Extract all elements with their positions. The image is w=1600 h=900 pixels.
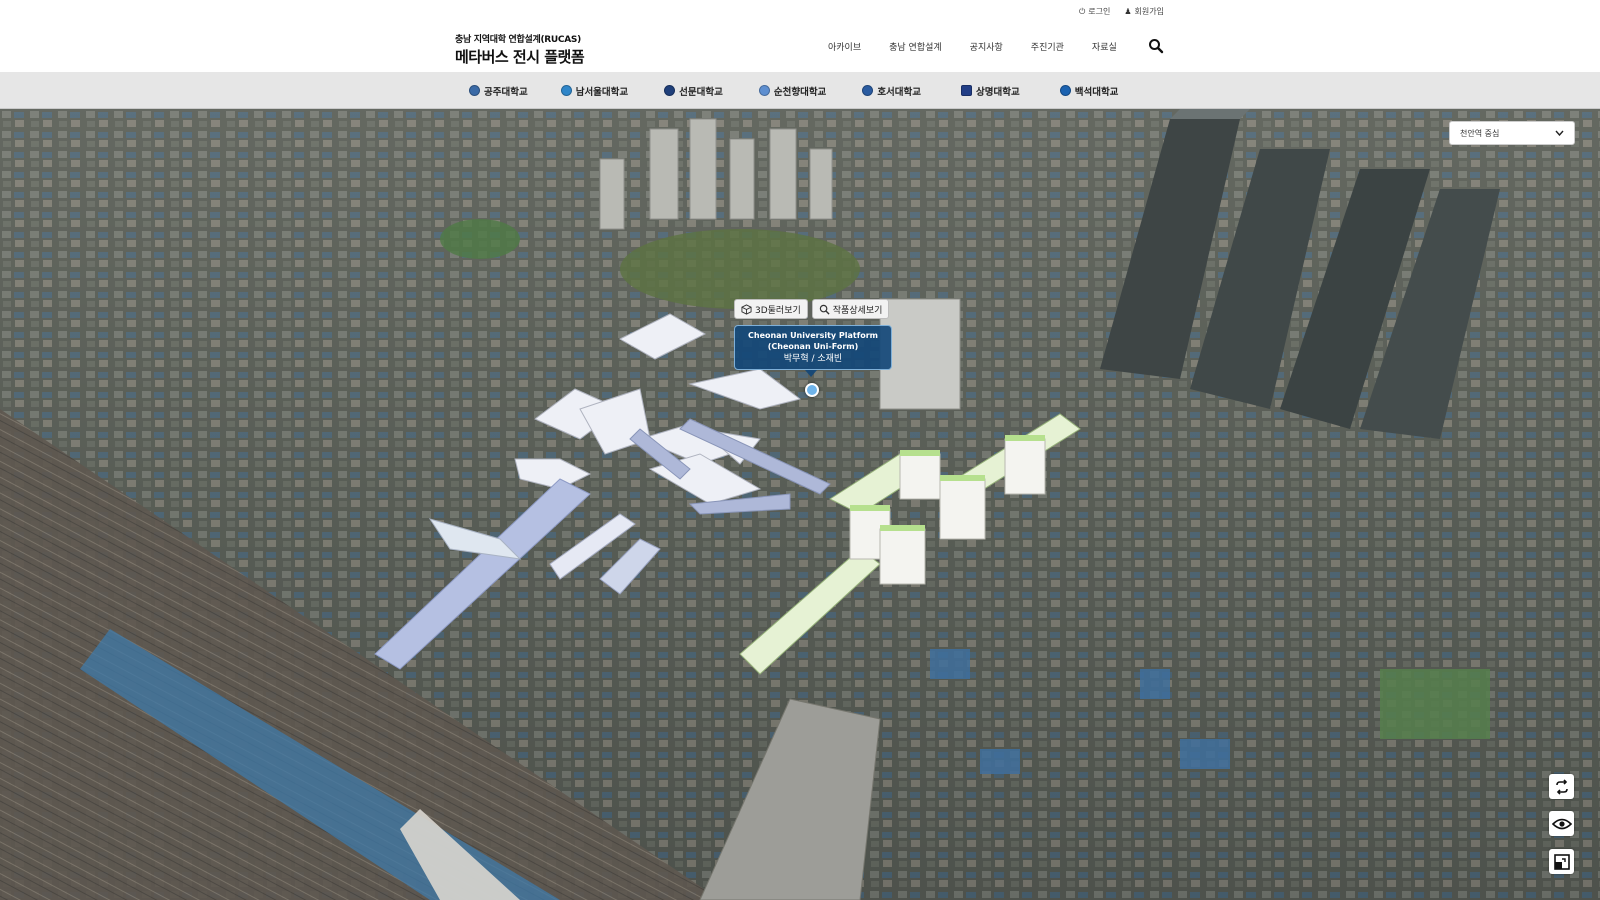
nav-notice[interactable]: 공지사항 <box>970 40 1003 53</box>
eye-icon <box>1551 818 1572 829</box>
site-logo[interactable]: 충남 지역대학 연합설계(RUCAS) 메타버스 전시 플랫폼 <box>455 32 585 67</box>
hoseo-emblem-icon <box>862 85 874 96</box>
uni-label: 백석대학교 <box>1074 86 1119 98</box>
view-detail-label: 작품상세보기 <box>832 305 883 316</box>
view-3d-button[interactable]: 3D둘러보기 <box>734 299 808 319</box>
baekseok-emblem-icon <box>1059 85 1071 96</box>
soonchunhyang-emblem-icon <box>758 85 770 96</box>
location-pin-icon[interactable] <box>805 383 819 397</box>
logo-subtitle: 충남 지역대학 연합설계(RUCAS) <box>455 35 581 45</box>
uni-sangmyung[interactable]: 상명대학교 <box>961 84 1020 98</box>
sangmyung-emblem-icon <box>961 85 973 96</box>
minimap-icon <box>1553 853 1570 870</box>
namseoul-emblem-icon <box>560 85 572 96</box>
uni-hoseo[interactable]: 호서대학교 <box>862 84 921 98</box>
nav-resources[interactable]: 자료실 <box>1092 40 1117 53</box>
uni-sunmoon[interactable]: 선문대학교 <box>664 84 723 98</box>
popup-pointer <box>805 370 817 377</box>
minimap-toggle-button[interactable] <box>1549 849 1574 874</box>
uni-label: 순천향대학교 <box>773 86 827 98</box>
university-list: 공주대학교 남서울대학교 선문대학교 순천향대학교 호서대학교 상명대학교 백석… <box>469 72 1118 109</box>
project-authors: 박무혁 / 소재빈 <box>783 354 843 364</box>
nav-archive[interactable]: 아카이브 <box>828 40 861 53</box>
view-3d-label: 3D둘러보기 <box>755 305 801 316</box>
university-bar: 공주대학교 남서울대학교 선문대학교 순천향대학교 호서대학교 상명대학교 백석… <box>0 72 1600 109</box>
location-select[interactable]: 천안역 중심 <box>1449 121 1575 145</box>
uni-kongju[interactable]: 공주대학교 <box>469 84 528 98</box>
project-subtitle: (Cheonan Uni-Form) <box>767 342 859 351</box>
uni-soonchunhyang[interactable]: 순천향대학교 <box>758 84 827 98</box>
user-add-icon: ♟ <box>1124 7 1132 16</box>
login-link[interactable]: ⏻ 로그인 <box>1079 6 1110 17</box>
main-nav: 아카이브 충남 연합설계 공지사항 주진기관 자료실 <box>828 40 1117 53</box>
power-icon: ⏻ <box>1078 6 1086 16</box>
project-info-card[interactable]: Cheonan University Platform (Cheonan Uni… <box>734 325 892 370</box>
chevron-down-icon <box>1555 130 1564 136</box>
uni-namseoul[interactable]: 남서울대학교 <box>560 84 629 98</box>
toggle-visibility-button[interactable] <box>1549 811 1574 836</box>
rotate-view-button[interactable] <box>1549 774 1574 799</box>
magnifier-icon <box>819 304 830 315</box>
kongju-emblem-icon <box>469 85 480 96</box>
uni-label: 공주대학교 <box>484 86 528 98</box>
uni-label: 남서울대학교 <box>575 86 629 98</box>
logo-title: 메타버스 전시 플랫폼 <box>455 48 585 66</box>
aerial-scene <box>0 109 1600 900</box>
site-header: ⏻ 로그인 ♟ 회원가입 충남 지역대학 연합설계(RUCAS) 메타버스 전시… <box>0 0 1600 72</box>
nav-joint-design[interactable]: 충남 연합설계 <box>889 40 942 53</box>
view-detail-button[interactable]: 작품상세보기 <box>811 299 890 319</box>
location-select-value: 천안역 중심 <box>1460 128 1500 138</box>
uni-label: 호서대학교 <box>877 86 922 98</box>
project-title: Cheonan University Platform <box>748 331 878 340</box>
nav-organizer[interactable]: 주진기관 <box>1031 40 1064 53</box>
uni-label: 상명대학교 <box>976 86 1020 98</box>
uni-baekseok[interactable]: 백석대학교 <box>1059 84 1119 98</box>
search-icon[interactable] <box>1148 38 1164 54</box>
signup-label: 회원가입 <box>1134 7 1164 16</box>
utility-links: ⏻ 로그인 ♟ 회원가입 <box>1079 6 1164 17</box>
uni-label: 선문대학교 <box>679 86 723 98</box>
project-popup-actions: 3D둘러보기 작품상세보기 <box>734 299 890 319</box>
rotate-icon <box>1555 778 1568 795</box>
login-label: 로그인 <box>1088 7 1111 16</box>
sunmoon-emblem-icon <box>664 85 676 96</box>
cube-3d-icon <box>741 303 752 315</box>
signup-link[interactable]: ♟ 회원가입 <box>1124 6 1164 17</box>
metaverse-map-view[interactable]: 천안역 중심 <box>0 109 1600 900</box>
